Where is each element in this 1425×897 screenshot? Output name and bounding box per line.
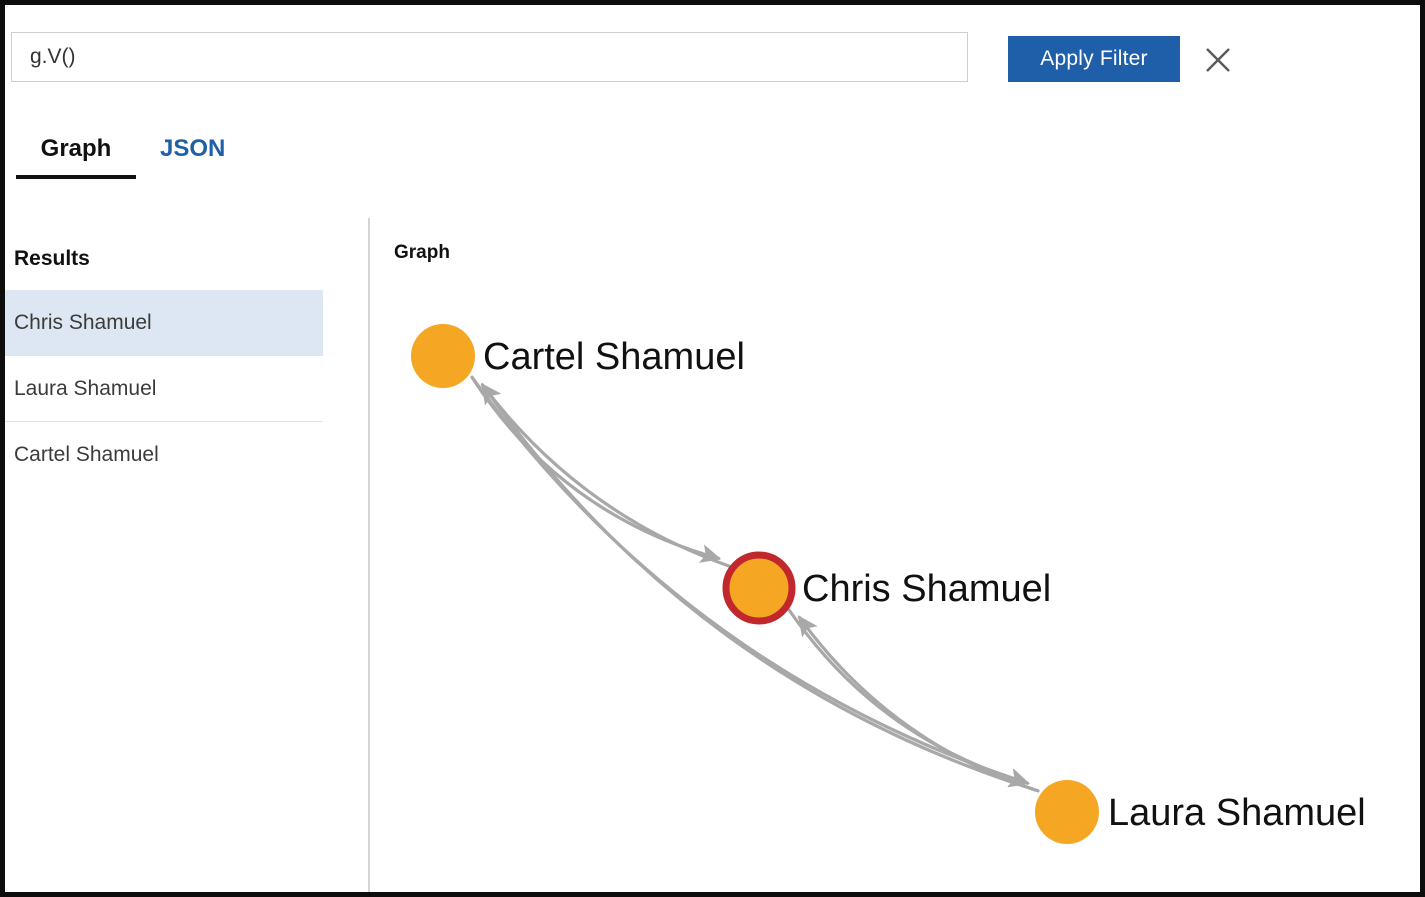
result-item-chris-shamuel[interactable]: Chris Shamuel (5, 290, 323, 356)
graph-edge[interactable] (482, 385, 729, 566)
tab-graph[interactable]: Graph (16, 135, 136, 179)
tab-json[interactable]: JSON (160, 135, 225, 175)
gremlin-query-input[interactable] (11, 32, 968, 82)
apply-filter-button[interactable]: Apply Filter (1008, 36, 1180, 82)
graph-node-cartel[interactable] (411, 324, 475, 388)
tab-strip: Graph JSON (5, 135, 1420, 195)
graph-node-laura[interactable] (1035, 780, 1099, 844)
result-item-laura-shamuel[interactable]: Laura Shamuel (5, 356, 323, 422)
query-bar: Apply Filter (5, 5, 1420, 110)
close-icon[interactable] (1201, 43, 1235, 77)
content-area: Results Chris Shamuel Laura Shamuel Cart… (5, 210, 1420, 892)
graph-panel: Graph Cartel ShamuelChris ShamuelLaura S… (370, 210, 1420, 892)
graph-node-label-laura: Laura Shamuel (1108, 792, 1366, 835)
graph-explorer-window: Apply Filter Graph JSON Results Chris Sh… (0, 0, 1425, 897)
graph-node-label-cartel: Cartel Shamuel (483, 336, 745, 379)
graph-node-chris[interactable] (726, 555, 792, 621)
result-item-cartel-shamuel[interactable]: Cartel Shamuel (5, 422, 323, 488)
graph-canvas[interactable] (370, 210, 1420, 892)
graph-node-label-chris: Chris Shamuel (802, 568, 1051, 611)
graph-edge[interactable] (472, 377, 719, 558)
results-list: Chris Shamuel Laura Shamuel Cartel Shamu… (5, 290, 323, 488)
results-title: Results (14, 247, 90, 271)
